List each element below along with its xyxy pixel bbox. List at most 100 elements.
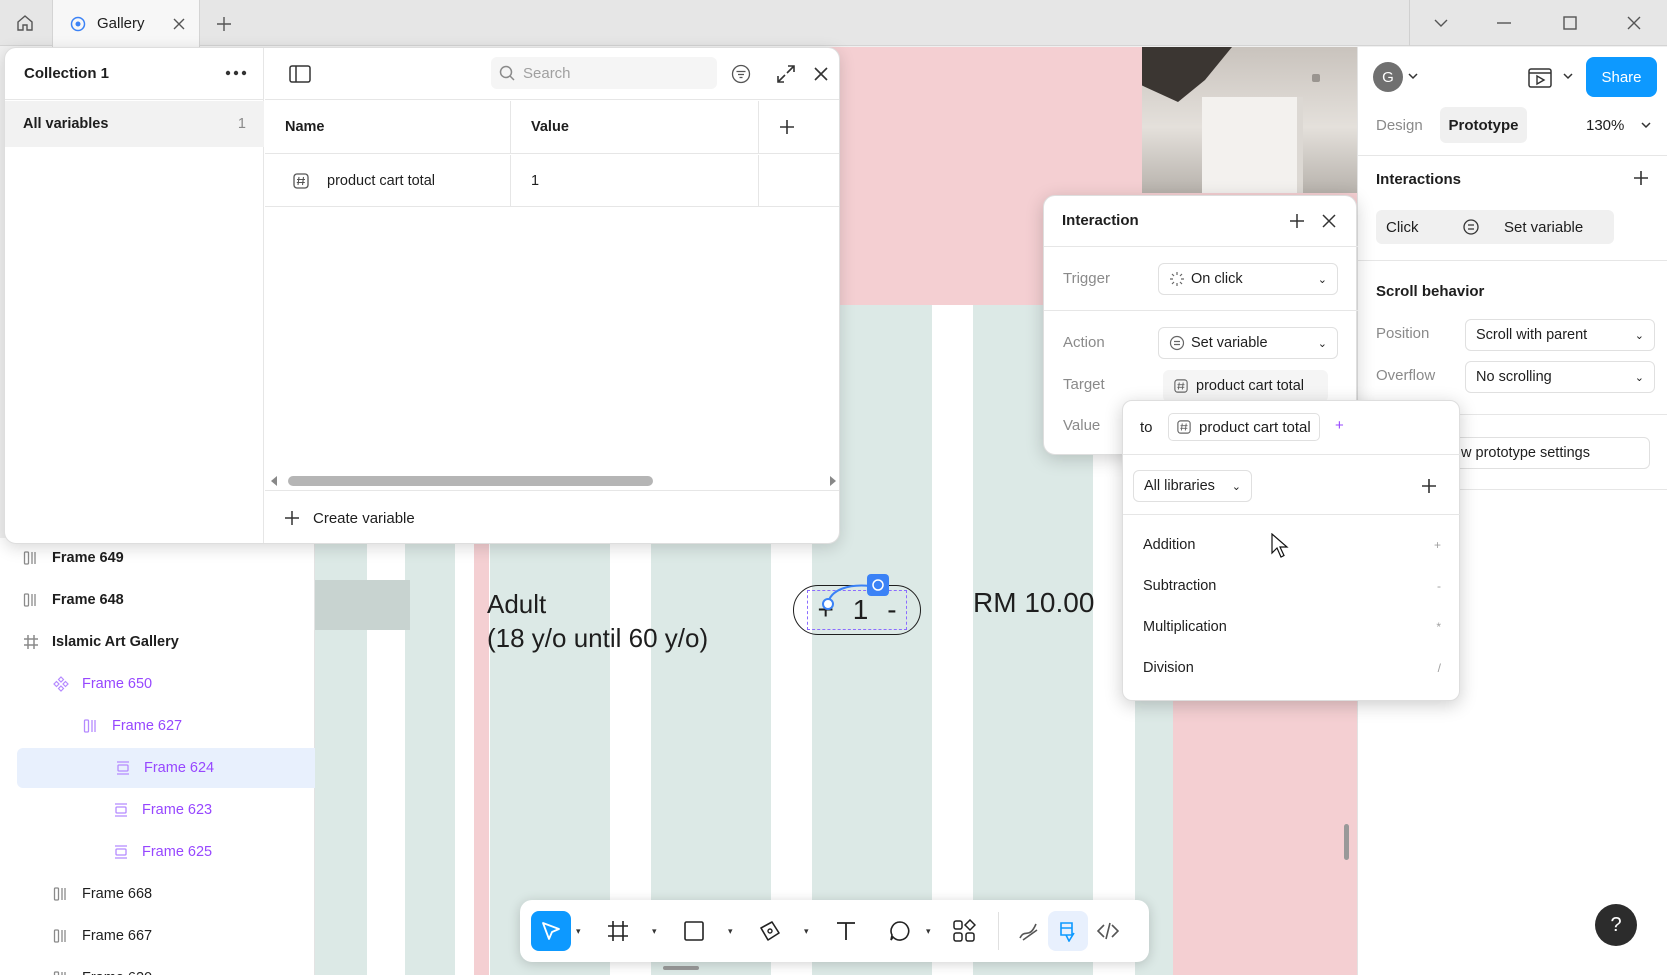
- resources-tool-button[interactable]: [944, 911, 984, 951]
- window-close-button[interactable]: [1601, 0, 1667, 46]
- expression-variable-chip[interactable]: product cart total: [1168, 413, 1320, 441]
- comment-tool-button[interactable]: [880, 911, 920, 951]
- variables-search[interactable]: Search: [491, 57, 717, 89]
- scroll-left-icon[interactable]: [269, 476, 279, 486]
- chevron-down-icon[interactable]: ▾: [652, 926, 657, 937]
- layer-item[interactable]: Frame 667: [0, 916, 315, 956]
- overflow-value: No scrolling: [1476, 369, 1552, 385]
- chevron-down-icon[interactable]: [1641, 122, 1651, 129]
- layer-item[interactable]: Frame 625: [0, 832, 315, 872]
- shape-tool-button[interactable]: [674, 911, 714, 951]
- operation-addition[interactable]: Addition +: [1123, 524, 1461, 566]
- minimize-icon: [1497, 22, 1511, 24]
- minimize-button[interactable]: [1471, 0, 1537, 46]
- action-dropdown[interactable]: Set variable ⌄: [1158, 327, 1338, 359]
- number-variable-icon: [1177, 420, 1191, 434]
- frame-tool-button[interactable]: [598, 911, 638, 951]
- layer-item[interactable]: Frame 627: [0, 706, 315, 746]
- layer-item[interactable]: Islamic Art Gallery: [0, 622, 315, 662]
- chevron-down-icon[interactable]: ▾: [728, 926, 733, 937]
- avatar[interactable]: G: [1373, 62, 1403, 92]
- library-filter-dropdown[interactable]: All libraries ⌄: [1133, 470, 1252, 502]
- present-icon[interactable]: [1528, 65, 1554, 89]
- variables-table-area: Search Name Value product cart total 1 C…: [265, 48, 839, 543]
- chevron-down-icon[interactable]: ▾: [576, 926, 581, 937]
- collection-header[interactable]: Collection 1: [5, 48, 264, 100]
- title-bar: Gallery: [0, 0, 1667, 47]
- column-header-name: Name: [265, 101, 511, 153]
- table-horizontal-scrollbar[interactable]: [265, 472, 839, 490]
- sidebar-toggle-icon[interactable]: [289, 65, 311, 83]
- chevron-down-icon[interactable]: ▾: [804, 926, 809, 937]
- auto-layout-icon: [22, 549, 40, 567]
- create-variable-button[interactable]: Create variable: [265, 490, 839, 543]
- home-button[interactable]: [0, 0, 50, 46]
- chevron-down-icon[interactable]: ▾: [926, 926, 931, 937]
- operation-symbol: -: [1437, 579, 1441, 593]
- variable-row[interactable]: product cart total 1: [265, 155, 839, 207]
- overflow-dropdown[interactable]: No scrolling ⌄: [1465, 361, 1655, 393]
- close-tab-icon[interactable]: [173, 18, 185, 30]
- layer-item[interactable]: Frame 668: [0, 874, 315, 914]
- search-input[interactable]: Search: [523, 65, 571, 82]
- expression-variable: product cart total: [1199, 418, 1311, 436]
- help-button[interactable]: ?: [1595, 904, 1637, 946]
- chevron-down-icon[interactable]: [1563, 73, 1573, 80]
- dev-mode-button[interactable]: [1088, 911, 1128, 951]
- position-dropdown[interactable]: Scroll with parent ⌄: [1465, 319, 1655, 351]
- layer-item[interactable]: Frame 623: [0, 790, 315, 830]
- canvas-h-scrollbar[interactable]: [663, 966, 699, 970]
- operation-division[interactable]: Division /: [1123, 647, 1461, 689]
- layer-item[interactable]: Frame 650: [0, 664, 315, 704]
- tabs-dropdown-button[interactable]: [1408, 0, 1474, 46]
- layer-label: Islamic Art Gallery: [52, 634, 179, 650]
- scroll-right-icon[interactable]: [828, 476, 838, 486]
- scrollbar-thumb[interactable]: [288, 476, 653, 486]
- add-mode-button[interactable]: [759, 101, 839, 153]
- close-modal-icon[interactable]: [813, 66, 829, 82]
- auto-layout-icon: [52, 885, 70, 903]
- add-icon[interactable]: [1421, 478, 1437, 494]
- tab-gallery[interactable]: Gallery: [52, 0, 200, 47]
- text-tool-button[interactable]: [826, 911, 866, 951]
- frame-icon: [22, 633, 40, 651]
- layer-item[interactable]: Frame 648: [0, 580, 315, 620]
- filter-icon[interactable]: [731, 64, 751, 84]
- layer-label: Frame 627: [112, 718, 183, 734]
- pen-tool-button[interactable]: [750, 911, 790, 951]
- chevron-down-icon[interactable]: [1408, 73, 1418, 80]
- prototype-settings-button[interactable]: w prototype settings: [1450, 437, 1650, 469]
- tab-prototype[interactable]: Prototype: [1440, 107, 1527, 143]
- trigger-dropdown[interactable]: On click ⌄: [1158, 263, 1338, 295]
- variable-value[interactable]: 1: [511, 155, 759, 206]
- interaction-item[interactable]: Click Set variable: [1376, 210, 1614, 244]
- layer-item[interactable]: Frame 649: [0, 538, 315, 578]
- layer-item[interactable]: Frame 624: [17, 748, 315, 788]
- target-label: Target: [1063, 376, 1105, 393]
- ticket-label: Adult (18 y/o until 60 y/o): [487, 587, 708, 655]
- target-variable-chip[interactable]: product cart total: [1163, 370, 1328, 402]
- canvas-scrollbar[interactable]: [1344, 824, 1349, 860]
- plus-icon[interactable]: [1290, 214, 1304, 228]
- design-mode-button[interactable]: [1048, 911, 1088, 951]
- maximize-button[interactable]: [1537, 0, 1603, 46]
- zoom-level[interactable]: 130%: [1586, 117, 1624, 134]
- layer-item[interactable]: Frame 620: [0, 958, 315, 975]
- share-button[interactable]: Share: [1586, 57, 1657, 97]
- draw-mode-button[interactable]: [1008, 911, 1048, 951]
- more-options-icon[interactable]: [225, 70, 247, 76]
- components-icon: [953, 919, 976, 942]
- operation-multiplication[interactable]: Multiplication *: [1123, 606, 1461, 648]
- close-icon[interactable]: [1322, 214, 1336, 228]
- new-tab-button[interactable]: [210, 10, 238, 38]
- expand-icon[interactable]: [776, 64, 796, 84]
- auto-layout-icon: [22, 591, 40, 609]
- draw-icon: [1019, 923, 1038, 941]
- chevron-down-icon: ⌄: [1634, 329, 1644, 342]
- text-icon: [837, 922, 855, 940]
- variable-name[interactable]: product cart total: [327, 173, 435, 189]
- operation-subtraction[interactable]: Subtraction -: [1123, 565, 1461, 607]
- move-tool-button[interactable]: [531, 911, 571, 951]
- all-variables-item[interactable]: All variables 1: [5, 101, 264, 147]
- add-interaction-icon[interactable]: [1633, 170, 1649, 186]
